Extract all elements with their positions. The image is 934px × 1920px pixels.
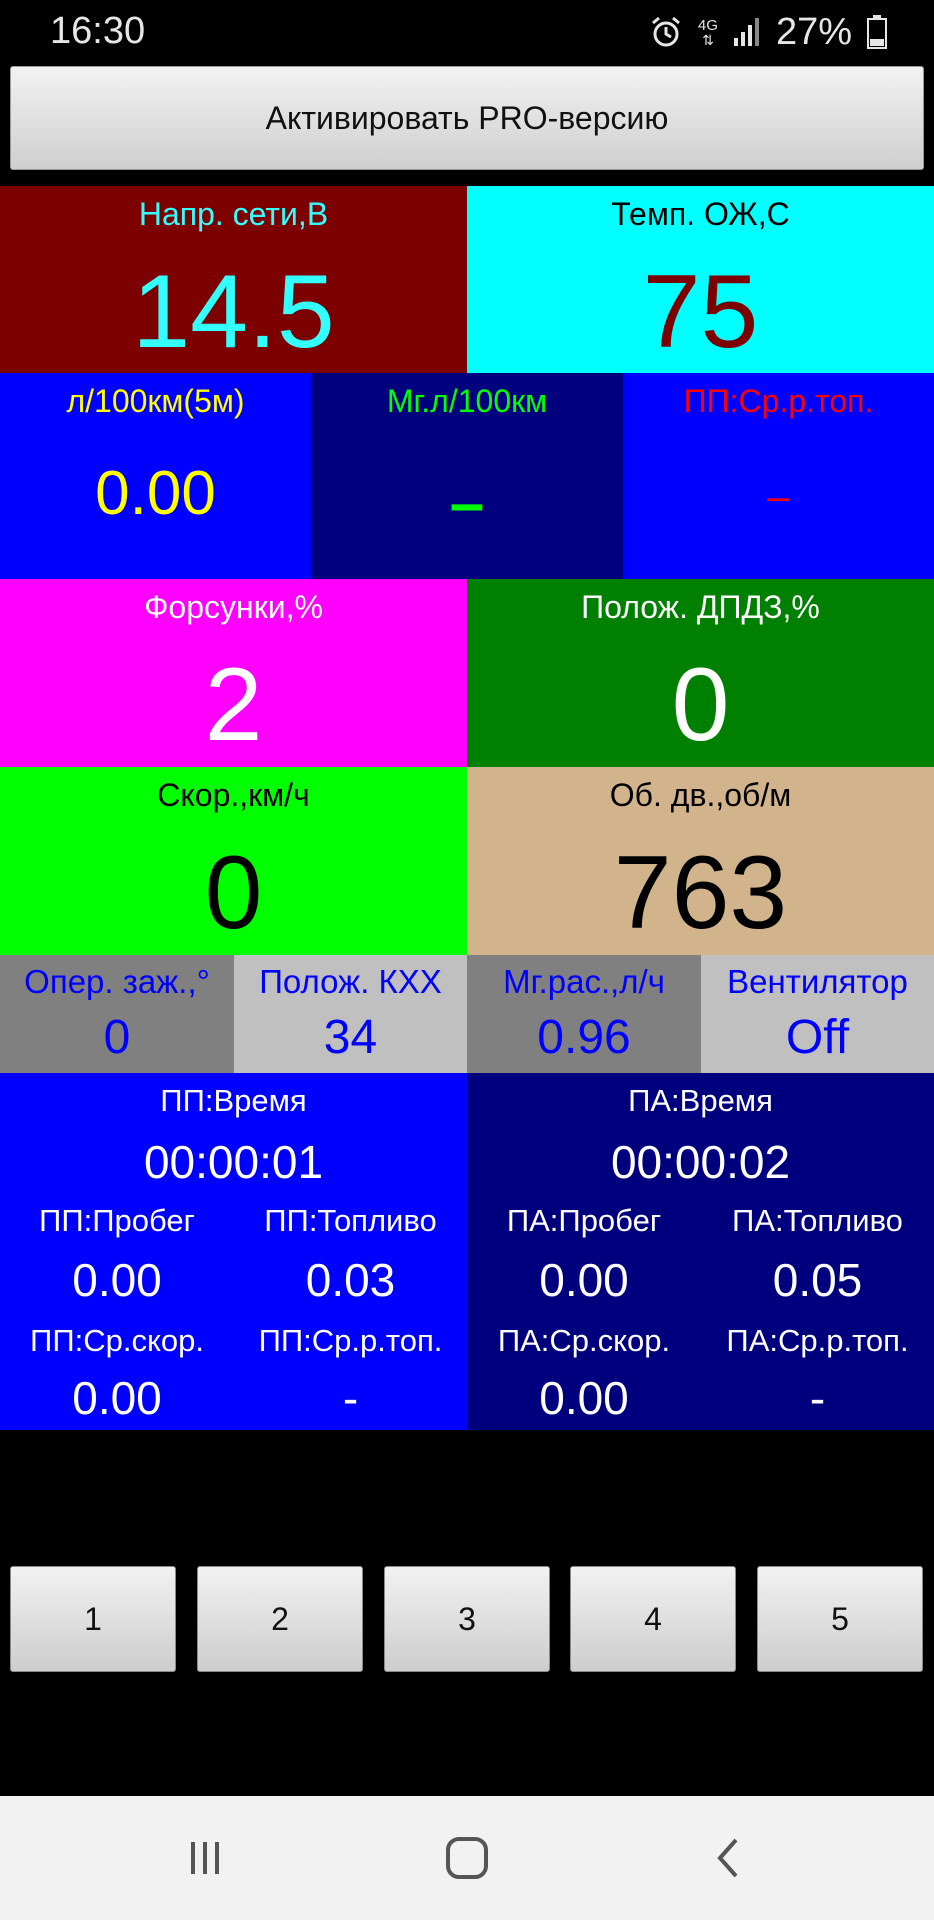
trip-distance-value: 0.00 xyxy=(72,1254,162,1306)
tile-value: 0 xyxy=(204,835,263,951)
tile-value: 0 xyxy=(671,647,730,763)
trip-avg-speed-value: 0.00 xyxy=(539,1372,629,1424)
alarm-icon xyxy=(648,14,684,50)
tile-instant-flow[interactable]: Мг.рас.,л/ч 0.96 xyxy=(467,955,701,1073)
tile-value: 2 xyxy=(204,647,263,763)
trip-avg-speed-label: ПА:Ср.скор. xyxy=(497,1323,671,1358)
trip-avg-fuel-label: ПП:Ср.р.топ. xyxy=(258,1323,443,1358)
tile-label: Мг.л/100км xyxy=(386,383,548,419)
tile-trip-avg-fuel[interactable]: ПП:Ср.р.топ. – xyxy=(623,373,934,579)
tile-value: 0 xyxy=(103,1011,131,1064)
tile-value: 0.96 xyxy=(537,1011,631,1064)
tile-label: Опер. заж.,° xyxy=(24,963,210,1000)
screen-button-5[interactable]: 5 xyxy=(757,1566,923,1672)
tile-ignition-advance[interactable]: Опер. заж.,° 0 xyxy=(0,955,234,1073)
battery-icon xyxy=(866,14,888,50)
status-time: 16:30 xyxy=(50,10,146,52)
trip-fuel-label: ПА:Топливо xyxy=(732,1203,903,1238)
activate-pro-button[interactable]: Активировать PRO-версию xyxy=(10,66,924,170)
screen-button-2[interactable]: 2 xyxy=(197,1566,363,1672)
tile-label: Темп. ОЖ,С xyxy=(611,196,790,232)
tile-label: Об. дв.,об/м xyxy=(609,777,792,813)
trip-fuel-value: 0.05 xyxy=(772,1254,863,1306)
tile-value: 14.5 xyxy=(132,254,335,370)
trip-avg-fuel-value: - xyxy=(342,1372,359,1424)
tile-value: – xyxy=(767,475,790,519)
status-icons: 4G ⇅ 27% xyxy=(648,10,888,54)
trip-avg-speed-label: ПП:Ср.скор. xyxy=(30,1323,204,1358)
signal-icon xyxy=(732,16,762,48)
recent-apps-icon[interactable] xyxy=(160,1826,250,1890)
tile-voltage[interactable]: Напр. сети,В 14.5 xyxy=(0,186,467,373)
tile-label: Вентилятор xyxy=(727,963,908,1000)
tile-value: – xyxy=(449,469,485,538)
screen-button-1[interactable]: 1 xyxy=(10,1566,176,1672)
tile-label: Напр. сети,В xyxy=(138,196,329,232)
tile-label: Мг.рас.,л/ч xyxy=(503,963,665,1000)
tile-coolant-temp[interactable]: Темп. ОЖ,С 75 xyxy=(467,186,934,373)
tile-value: 75 xyxy=(642,254,759,370)
trip-time-value: 00:00:02 xyxy=(610,1136,791,1188)
tile-fan[interactable]: Вентилятор Off xyxy=(701,955,934,1073)
trip-distance-label: ПА:Пробег xyxy=(506,1203,662,1238)
trip-fuel-label: ПП:Топливо xyxy=(264,1203,437,1238)
tile-instant-fuel[interactable]: Мг.л/100км – xyxy=(311,373,623,579)
network-4g-icon: 4G ⇅ xyxy=(697,16,718,48)
navigation-bar xyxy=(0,1796,934,1920)
back-icon[interactable] xyxy=(683,1826,773,1890)
trip-avg-fuel-value: - xyxy=(809,1372,826,1424)
tile-value: 0.00 xyxy=(95,459,216,528)
tile-injectors[interactable]: Форсунки,% 2 xyxy=(0,579,467,767)
network-type: 4G xyxy=(697,16,718,34)
tile-value: 34 xyxy=(323,1011,378,1064)
trip-fuel-value: 0.03 xyxy=(305,1254,396,1306)
battery-percent: 27% xyxy=(775,10,852,53)
tile-label: л/100км(5м) xyxy=(66,383,245,419)
trip-panel-pp[interactable]: ПП:Время 00:00:01 ПП:Пробег ПП:Топливо 0… xyxy=(0,1073,467,1430)
tile-value: Off xyxy=(785,1011,850,1064)
tile-label: Полож. КХХ xyxy=(259,963,442,1000)
trip-avg-speed-value: 0.00 xyxy=(72,1372,162,1424)
tile-value: 763 xyxy=(613,835,788,951)
tile-label: ПП:Ср.р.топ. xyxy=(683,383,874,419)
tile-label: Скор.,км/ч xyxy=(157,777,310,813)
tile-throttle-position[interactable]: Полож. ДПДЗ,% 0 xyxy=(467,579,934,767)
status-bar: 16:30 4G ⇅ 27% xyxy=(0,0,934,64)
trip-distance-value: 0.00 xyxy=(539,1254,629,1306)
screen-button-3[interactable]: 3 xyxy=(384,1566,550,1672)
tile-speed[interactable]: Скор.,км/ч 0 xyxy=(0,767,467,955)
trip-distance-label: ПП:Пробег xyxy=(39,1203,195,1238)
trip-avg-fuel-label: ПА:Ср.р.топ. xyxy=(726,1323,909,1358)
screen-button-4[interactable]: 4 xyxy=(570,1566,736,1672)
trip-time-label: ПП:Время xyxy=(160,1083,307,1118)
tile-rpm[interactable]: Об. дв.,об/м 763 xyxy=(467,767,934,955)
home-icon[interactable] xyxy=(422,1826,512,1890)
tile-idle-valve[interactable]: Полож. КХХ 34 xyxy=(234,955,467,1073)
trip-time-value: 00:00:01 xyxy=(143,1136,324,1188)
trip-panel-pa[interactable]: ПА:Время 00:00:02 ПА:Пробег ПА:Топливо 0… xyxy=(467,1073,934,1430)
tile-fuel-5min[interactable]: л/100км(5м) 0.00 xyxy=(0,373,311,579)
tile-label: Форсунки,% xyxy=(144,589,323,625)
trip-time-label: ПА:Время xyxy=(628,1083,773,1118)
tile-label: Полож. ДПДЗ,% xyxy=(581,589,820,625)
